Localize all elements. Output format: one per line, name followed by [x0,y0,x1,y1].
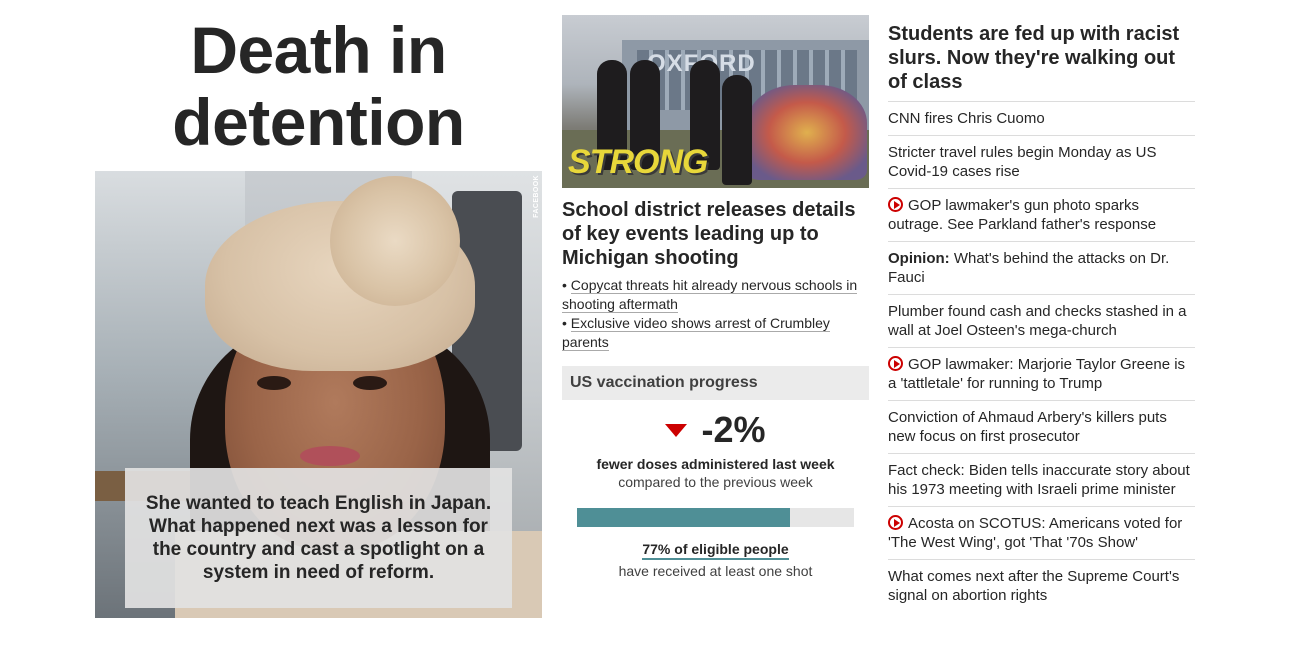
right-column: Students are fed up with racist slurs. N… [888,22,1195,612]
play-video-icon [888,197,903,212]
vaccination-change-sub: compared to the previous week [618,474,813,490]
vaccination-eligible: 77% of eligible people [562,541,869,560]
headline-link[interactable]: Plumber found cash and checks stashed in… [888,303,1187,339]
vaccination-eligible-link[interactable]: 77% of eligible people [642,541,789,560]
related-link[interactable]: Exclusive video shows arrest of Crumbley… [562,315,830,351]
featured-image[interactable]: FACEBOOK She wanted to teach English in … [95,171,542,618]
list-item: Fact check: Biden tells inaccurate story… [888,453,1195,506]
related-link[interactable]: Copycat threats hit already nervous scho… [562,277,858,313]
list-item: CNN fires Chris Cuomo [888,101,1195,135]
featured-caption-link[interactable]: She wanted to teach English in Japan. Wh… [139,492,498,584]
hero-hat-flower [330,176,460,306]
image-strong-sign: STRONG [568,143,708,181]
list-item: Conviction of Ahmaud Arbery's killers pu… [888,400,1195,453]
list-item: Stricter travel rules begin Monday as US… [888,135,1195,188]
headline-text: CNN fires Chris Cuomo [888,110,1045,127]
michigan-headline-link[interactable]: School district releases details of key … [562,198,869,270]
related-link-item: • Copycat threats hit already nervous sc… [562,277,858,313]
vaccination-title: US vaccination progress [562,366,869,400]
headline-text: Plumber found cash and checks stashed in… [888,303,1187,339]
headline-link[interactable]: Fact check: Biden tells inaccurate story… [888,462,1190,498]
headline-link[interactable]: Acosta on SCOTUS: Americans voted for 'T… [888,515,1182,551]
play-video-icon [888,515,903,530]
vaccination-change-value: -2% [701,409,766,450]
down-arrow-icon [665,423,688,437]
vaccination-progress-fill [577,508,791,527]
headline-link[interactable]: What comes next after the Supreme Court'… [888,568,1179,604]
image-person [722,75,752,185]
play-video-icon [888,356,903,371]
hero-eye-right [353,376,387,390]
list-item: Opinion: What's behind the attacks on Dr… [888,241,1195,294]
hero-eye-left [257,376,291,390]
students-headline-link[interactable]: Students are fed up with racist slurs. N… [888,22,1195,101]
headline-text: GOP lawmaker's gun photo sparks outrage.… [888,197,1157,233]
image-memorial [747,85,867,180]
headline-link[interactable]: Stricter travel rules begin Monday as US… [888,144,1156,180]
headline-link[interactable]: GOP lawmaker's gun photo sparks outrage.… [888,197,1156,233]
headline-text: Conviction of Ahmaud Arbery's killers pu… [888,409,1167,445]
list-item: Plumber found cash and checks stashed in… [888,294,1195,347]
photo-credit: FACEBOOK [533,175,540,218]
vaccination-eligible-sub: have received at least one shot [618,563,813,579]
caption-box: She wanted to teach English in Japan. Wh… [125,468,512,608]
vaccination-change-label: fewer doses administered last week [596,456,835,472]
list-item: What comes next after the Supreme Court'… [888,559,1195,612]
featured-headline-link[interactable]: Death in detention [95,14,542,158]
headline-link[interactable]: CNN fires Chris Cuomo [888,110,1045,127]
related-links: • Copycat threats hit already nervous sc… [562,276,869,352]
headline-link[interactable]: Conviction of Ahmaud Arbery's killers pu… [888,409,1167,445]
vaccination-widget: US vaccination progress -2% fewer doses … [562,366,869,579]
headline-text: Fact check: Biden tells inaccurate story… [888,462,1190,498]
headline-text: GOP lawmaker: Marjorie Taylor Greene is … [888,356,1186,392]
headline-link[interactable]: Opinion: What's behind the attacks on Dr… [888,250,1169,286]
middle-column: OXFORD STRONG School district releases d… [562,15,869,579]
hero-lips [300,446,360,466]
list-item: GOP lawmaker: Marjorie Taylor Greene is … [888,347,1195,400]
vaccination-change: -2% [562,409,869,450]
michigan-shooting-image[interactable]: OXFORD STRONG [562,15,869,188]
list-item: GOP lawmaker's gun photo sparks outrage.… [888,188,1195,241]
vaccination-progress-bar [577,508,854,527]
headline-text: Acosta on SCOTUS: Americans voted for 'T… [888,515,1183,551]
list-item: Acosta on SCOTUS: Americans voted for 'T… [888,506,1195,559]
related-link-item: • Exclusive video shows arrest of Crumbl… [562,315,830,351]
headline-list: CNN fires Chris Cuomo Stricter travel ru… [888,101,1195,612]
headline-link[interactable]: GOP lawmaker: Marjorie Taylor Greene is … [888,356,1185,392]
headline-text: Stricter travel rules begin Monday as US… [888,144,1157,180]
headline-text: What comes next after the Supreme Court'… [888,568,1180,604]
opinion-label: Opinion: [888,250,950,267]
